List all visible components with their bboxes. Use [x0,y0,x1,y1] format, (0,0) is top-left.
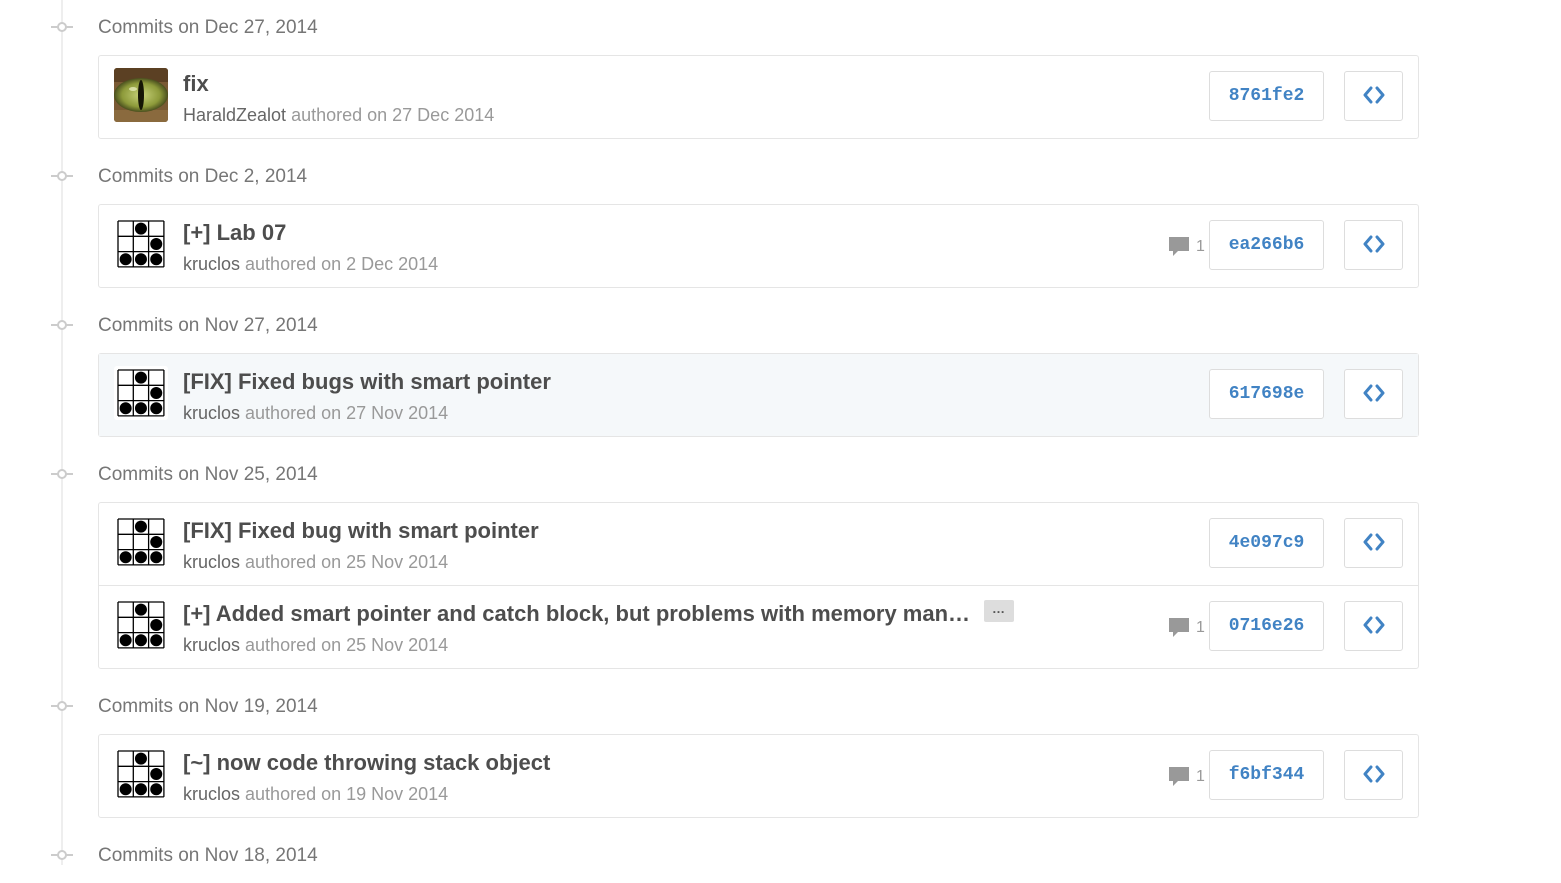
commit-node-icon [51,699,73,713]
comment-count-value: 1 [1196,619,1205,636]
commit-row: [FIX] Fixed bugs with smart pointer krucl… [99,354,1418,436]
commit-group-header: Commits on Nov 18, 2014 [0,828,1561,883]
commit-list: [+] Lab 07 kruclos authored on 2 Dec 2014… [98,204,1419,288]
browse-repository-button[interactable] [1344,369,1403,419]
commit-sha-button[interactable]: 617698e [1209,369,1324,419]
commit-sha-button[interactable]: ea266b6 [1209,220,1324,270]
comment-count-value: 1 [1196,768,1205,785]
commit-group-date: Commits on Nov 27, 2014 [98,315,318,336]
browse-repository-button[interactable] [1344,601,1403,651]
browse-repository-button[interactable] [1344,220,1403,270]
commit-node-dot [57,22,67,32]
commit-node-icon [51,318,73,332]
commit-group-date: Commits on Nov 19, 2014 [98,696,318,717]
commit-list: [FIX] Fixed bug with smart pointer kruclo… [98,502,1419,669]
commit-group-date: Commits on Dec 2, 2014 [98,166,308,187]
commit-authored-date: authored on 27 Dec 2014 [291,105,495,125]
commit-group-header: Commits on Dec 27, 2014 [0,0,1561,55]
commit-author-link[interactable]: kruclos [183,635,240,655]
commit-group: Commits on Dec 27, 2014 fix HaraldZealot a… [0,0,1561,139]
commit-author-link[interactable]: kruclos [183,784,240,804]
browse-repository-button[interactable] [1344,518,1403,568]
commit-node-dot [57,171,67,181]
commit-group-date: Commits on Dec 27, 2014 [98,17,318,38]
commit-authored-date: authored on 25 Nov 2014 [245,635,449,655]
commit-group-date: Commits on Nov 25, 2014 [98,464,318,485]
commit-list: [~] now code throwing stack object kruclo… [98,734,1419,818]
commit-list: [FIX] Fixed bugs with smart pointer krucl… [98,353,1419,437]
commit-group: Commits on Nov 27, 2014 [FIX] Fixed bugs … [0,298,1561,437]
commit-meta: kruclos authored on 2 Dec 2014 [183,254,438,275]
commit-message: fix [183,71,209,97]
commit-sha-button[interactable]: 4e097c9 [1209,518,1324,568]
commit-group-header: Commits on Nov 27, 2014 [0,298,1561,353]
commit-row: [~] now code throwing stack object kruclo… [99,735,1418,817]
commit-message: [FIX] Fixed bug with smart pointer [183,518,539,544]
glider-avatar[interactable] [114,747,168,801]
commit-node-icon [51,20,73,34]
commit-group: Commits on Dec 2, 2014 [+] Lab 07 kruclos … [0,149,1561,288]
commit-message-link[interactable]: fix [183,71,209,96]
commit-row: [FIX] Fixed bug with smart pointer kruclo… [99,503,1418,585]
commit-sha-button[interactable]: 0716e26 [1209,601,1324,651]
commit-node-dot [57,701,67,711]
commit-node-icon [51,169,73,183]
glider-avatar[interactable] [114,217,168,271]
commit-author-link[interactable]: HaraldZealot [183,105,286,125]
commit-group-header: Commits on Dec 2, 2014 [0,149,1561,204]
glider-avatar[interactable] [114,366,168,420]
commit-authored-date: authored on 27 Nov 2014 [245,403,449,423]
commit-meta: kruclos authored on 25 Nov 2014 [183,552,448,573]
glider-avatar[interactable] [114,598,168,652]
commit-meta: HaraldZealot authored on 27 Dec 2014 [183,105,494,126]
commit-group: Commits on Nov 18, 2014 [0,828,1561,883]
commit-list: fix HaraldZealot authored on 27 Dec 2014 8… [98,55,1419,139]
commit-message-link[interactable]: [~] now code throwing stack object [183,750,550,775]
glider-avatar[interactable] [114,515,168,569]
commit-meta: kruclos authored on 25 Nov 2014 [183,635,448,656]
commit-node-dot [57,850,67,860]
commit-authored-date: authored on 19 Nov 2014 [245,784,449,804]
commit-author-link[interactable]: kruclos [183,403,240,423]
commit-group: Commits on Nov 19, 2014 [~] now code thro… [0,679,1561,818]
commit-message-link[interactable]: [+] Added smart pointer and catch block,… [183,601,970,626]
commit-group-date: Commits on Nov 18, 2014 [98,845,318,866]
commit-row: fix HaraldZealot authored on 27 Dec 2014 8… [99,56,1418,138]
commit-row: [+] Lab 07 kruclos authored on 2 Dec 2014… [99,205,1418,287]
commit-message: [~] now code throwing stack object [183,750,550,776]
expand-message-button[interactable]: … [984,600,1015,623]
browse-repository-button[interactable] [1344,71,1403,121]
comment-count-value: 1 [1196,238,1205,255]
commit-message-link[interactable]: [+] Lab 07 [183,220,286,245]
commit-node-icon [51,467,73,481]
commit-message: [FIX] Fixed bugs with smart pointer [183,369,551,395]
commit-group: Commits on Nov 25, 2014 [FIX] Fixed bug w… [0,447,1561,669]
commit-author-link[interactable]: kruclos [183,254,240,274]
commit-node-icon [51,848,73,862]
commit-node-dot [57,469,67,479]
commit-authored-date: authored on 2 Dec 2014 [245,254,439,274]
browse-repository-button[interactable] [1344,750,1403,800]
commit-group-header: Commits on Nov 19, 2014 [0,679,1561,734]
commit-history: Commits on Dec 27, 2014 fix HaraldZealot a… [0,0,1561,883]
commit-message: [+] Added smart pointer and catch block,… [183,600,1015,627]
commit-node-dot [57,320,67,330]
commit-sha-button[interactable]: f6bf344 [1209,750,1324,800]
commit-authored-date: authored on 25 Nov 2014 [245,552,449,572]
commit-message-link[interactable]: [FIX] Fixed bugs with smart pointer [183,369,551,394]
cat-eye-avatar[interactable] [114,68,168,122]
commit-group-header: Commits on Nov 25, 2014 [0,447,1561,502]
commit-meta: kruclos authored on 19 Nov 2014 [183,784,448,805]
commit-message: [+] Lab 07 [183,220,286,246]
commit-row: [+] Added smart pointer and catch block,… [99,585,1418,668]
commit-author-link[interactable]: kruclos [183,552,240,572]
commit-sha-button[interactable]: 8761fe2 [1209,71,1324,121]
commit-message-link[interactable]: [FIX] Fixed bug with smart pointer [183,518,539,543]
commit-meta: kruclos authored on 27 Nov 2014 [183,403,448,424]
